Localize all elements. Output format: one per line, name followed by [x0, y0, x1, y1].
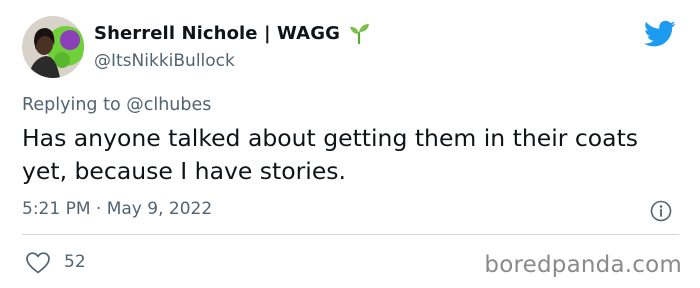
display-name[interactable]: Sherrell Nichole | WAGG: [94, 23, 340, 44]
replying-to: Replying to @clhubes: [22, 95, 211, 115]
divider: [22, 234, 679, 235]
seedling-icon: [348, 22, 370, 45]
watermark: boredpanda.com: [484, 252, 682, 278]
reply-mention-link[interactable]: @clhubes: [126, 95, 211, 115]
tweet-card: Sherrell Nichole | WAGG @ItsNikkiBullock…: [0, 0, 700, 288]
like-count[interactable]: 52: [64, 252, 86, 272]
twitter-bird-icon[interactable]: [644, 20, 676, 48]
info-icon[interactable]: [650, 200, 672, 222]
heart-icon[interactable]: [25, 251, 51, 275]
avatar[interactable]: [22, 16, 84, 78]
user-handle[interactable]: @ItsNikkiBullock: [94, 51, 235, 71]
replying-prefix: Replying to: [22, 95, 127, 115]
tweet-text: Has anyone talked about getting them in …: [22, 124, 639, 185]
tweet-timestamp[interactable]: 5:21 PM · May 9, 2022: [22, 199, 212, 219]
